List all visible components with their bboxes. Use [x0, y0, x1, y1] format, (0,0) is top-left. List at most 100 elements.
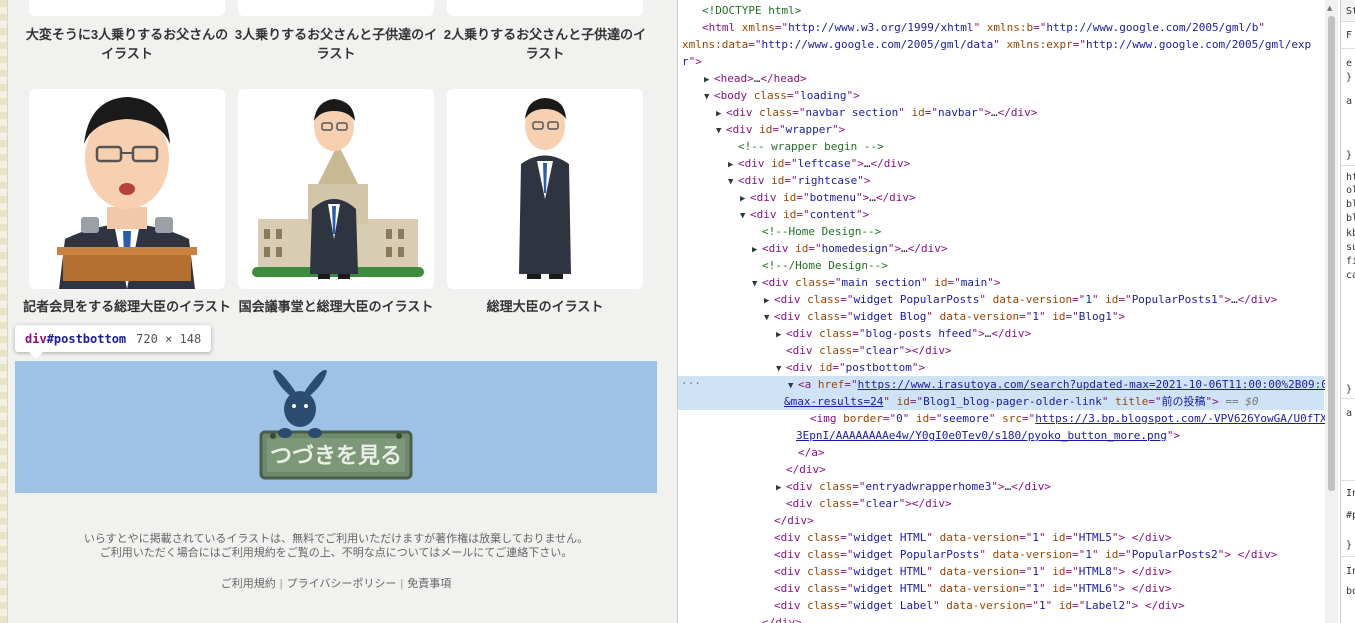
- attribute-link[interactable]: &max-results=24: [784, 395, 883, 408]
- dom-token: </div>: [1131, 582, 1172, 595]
- dom-token: </div>: [875, 191, 916, 204]
- dom-node[interactable]: <div class="widget HTML" data-version="1…: [764, 529, 1171, 546]
- dom-node[interactable]: ▶ <div id="leftcase">…</div>: [728, 155, 910, 172]
- dom-node[interactable]: 3EpnI/AAAAAAAAe4w/Y0gI0e0Tev0/s180/pyoko…: [796, 427, 1180, 444]
- dom-token: ": [920, 276, 928, 289]
- post-card-top-1[interactable]: [29, 0, 225, 16]
- see-more-button[interactable]: つづきを見る: [15, 361, 657, 493]
- dom-token: ": [1258, 21, 1265, 34]
- dom-node[interactable]: </div>: [776, 461, 826, 478]
- post-caption[interactable]: 総理大臣のイラスト: [440, 297, 650, 316]
- post-caption[interactable]: 大変そうに3人乗りするお父さんのイラスト: [22, 25, 232, 63]
- dom-node[interactable]: <div class="widget HTML" data-version="1…: [764, 580, 1171, 597]
- attribute-link[interactable]: https://www.irasutoya.com/search?updated…: [858, 378, 1335, 391]
- tooltip-id: #postbottom: [46, 331, 127, 346]
- dom-node-selected[interactable]: ▼ <a href="https://www.irasutoya.com/sear…: [678, 376, 1334, 393]
- dom-token: …: [1231, 293, 1238, 306]
- dom-token: id: [904, 106, 925, 119]
- dom-node[interactable]: ▶ <div id="homedesign">…</div>: [752, 240, 947, 257]
- dom-token: widget HTML: [853, 565, 927, 578]
- attribute-link[interactable]: https://3.bp.blogspot.com/-VPV626YowGA/U…: [1035, 412, 1333, 425]
- dom-node[interactable]: <div class="widget Label" data-version="…: [764, 597, 1185, 614]
- postbottom-highlight[interactable]: つづきを見る: [15, 361, 657, 493]
- dom-token: ">: [1205, 395, 1219, 408]
- dom-node[interactable]: ▶ <div class="widget PopularPosts" data-v…: [764, 291, 1277, 308]
- dom-token: =": [1025, 599, 1039, 612]
- style-rule-fragment: }: [1346, 384, 1353, 395]
- post-card-press-conference[interactable]: [29, 89, 225, 289]
- dom-node[interactable]: ▼ <body class="loading">: [704, 87, 860, 104]
- dom-token: =": [1019, 582, 1033, 595]
- dom-node[interactable]: <div class="widget PopularPosts" data-ve…: [764, 546, 1277, 563]
- scroll-up-arrow-icon[interactable]: ▲: [1327, 4, 1332, 12]
- collapse-arrow-icon[interactable]: ▼: [728, 174, 738, 191]
- disclaimer-link[interactable]: 免責事項: [407, 578, 451, 590]
- collapse-arrow-icon[interactable]: ▼: [704, 89, 714, 106]
- dom-token: </div>: [991, 327, 1032, 340]
- collapse-arrow-icon[interactable]: ▼: [716, 123, 726, 140]
- dom-token: =": [796, 208, 810, 221]
- dom-node[interactable]: ▶ <div class="navbar section" id="navbar"…: [716, 104, 1037, 121]
- devtools-elements-panel[interactable]: <!DOCTYPE html> <html xmlns="http://www.w…: [677, 0, 1338, 623]
- dom-node[interactable]: <div class="clear"></div>: [776, 342, 952, 359]
- dom-token: </div>: [1011, 480, 1051, 493]
- dom-node[interactable]: </div>: [764, 512, 814, 529]
- dom-node[interactable]: <img border="0" id="seemore" src="https:…: [800, 410, 1333, 427]
- attribute-link[interactable]: 3EpnI/AAAAAAAAe4w/Y0gI0e0Tev0/s180/pyoko…: [796, 429, 1167, 442]
- post-card-top-3[interactable]: [447, 0, 643, 16]
- dom-node[interactable]: <!-- wrapper begin -->: [728, 138, 884, 155]
- dom-node[interactable]: <div class="widget HTML" data-version="1…: [764, 563, 1171, 580]
- styles-sidebar-pane[interactable]: St Fe} a} ht ol bl bl kb su fi ca} a In #p} In bo: [1340, 0, 1355, 623]
- dom-node[interactable]: <!DOCTYPE html>: [692, 2, 801, 19]
- terms-link[interactable]: ご利用規約: [221, 578, 276, 590]
- post-card-prime-minister[interactable]: [447, 89, 643, 289]
- collapse-arrow-icon[interactable]: ▼: [752, 276, 762, 293]
- dom-node[interactable]: ▼ <div id="content">: [740, 206, 869, 223]
- dom-token: ": [993, 38, 1000, 51]
- dom-token: class: [747, 89, 787, 102]
- collapse-arrow-icon[interactable]: ▼: [764, 310, 774, 327]
- dom-token: </div>: [762, 616, 802, 623]
- dom-node[interactable]: ▶ <div id="botmenu">…</div>: [740, 189, 916, 206]
- devtools-scrollbar-thumb[interactable]: [1328, 16, 1335, 491]
- dom-node-selected[interactable]: &max-results=24" id="Blog1_blog-pager-ol…: [678, 393, 1324, 410]
- style-rule-fragment: fi: [1346, 256, 1355, 267]
- dom-token: id: [1052, 599, 1073, 612]
- dom-node[interactable]: ▶ <head>…</head>: [704, 70, 807, 87]
- dom-node[interactable]: ▼ <div class="widget Blog" data-version="…: [764, 308, 1125, 325]
- post-caption[interactable]: 記者会見をする総理大臣のイラスト: [22, 297, 232, 316]
- dom-node[interactable]: ▶ <div class="entryadwrapperhome3">…</div…: [776, 478, 1051, 495]
- collapse-arrow-icon[interactable]: ▼: [740, 208, 750, 225]
- dom-node[interactable]: <!--Home Design-->: [752, 223, 881, 240]
- dom-node[interactable]: r">: [682, 53, 702, 70]
- dom-token: ">: [991, 480, 1005, 493]
- dom-node[interactable]: xmlns:data="http://www.google.com/2005/g…: [682, 36, 1311, 53]
- dom-token: <div: [786, 344, 813, 357]
- dom-node[interactable]: ▼ <div id="wrapper">: [716, 121, 845, 138]
- dom-node[interactable]: ▼ <div id="postbottom">: [776, 359, 925, 376]
- dom-node[interactable]: ▼ <div class="main section" id="main">: [752, 274, 1000, 291]
- dom-node[interactable]: <html xmlns="http://www.w3.org/1999/xhtm…: [692, 19, 1265, 36]
- dom-token: data-version: [932, 582, 1020, 595]
- post-caption[interactable]: 3人乗りするお父さんと子供達のイラスト: [231, 25, 441, 63]
- dom-node[interactable]: </a>: [788, 444, 825, 461]
- dom-token: ": [926, 531, 933, 544]
- dom-token: ": [1091, 293, 1099, 306]
- privacy-policy-link[interactable]: プライバシーポリシー: [287, 578, 397, 590]
- dom-token: id: [776, 208, 797, 221]
- dom-node[interactable]: <div class="clear"></div>: [776, 495, 952, 512]
- post-caption[interactable]: 2人乗りするお父さんと子供達のイラスト: [440, 25, 650, 63]
- post-card-top-2[interactable]: [238, 0, 434, 16]
- dom-token: postbottom: [845, 361, 912, 374]
- post-caption[interactable]: 国会議事堂と総理大臣のイラスト: [231, 297, 441, 316]
- post-card-diet-building[interactable]: [238, 89, 434, 289]
- dom-token: …: [869, 191, 876, 204]
- dom-node[interactable]: ▼ <div id="rightcase">: [728, 172, 870, 189]
- node-actions-ellipsis[interactable]: ...: [681, 374, 701, 387]
- dom-token: http://www.google.com/2005/gml/b: [1046, 21, 1259, 34]
- style-rule-fragment: #p: [1346, 510, 1355, 521]
- dom-node[interactable]: </div>: [752, 614, 802, 623]
- dom-token: <div: [738, 174, 765, 187]
- dom-node[interactable]: <!--/Home Design-->: [752, 257, 888, 274]
- dom-node[interactable]: ▶ <div class="blog-posts hfeed">…</div>: [776, 325, 1031, 342]
